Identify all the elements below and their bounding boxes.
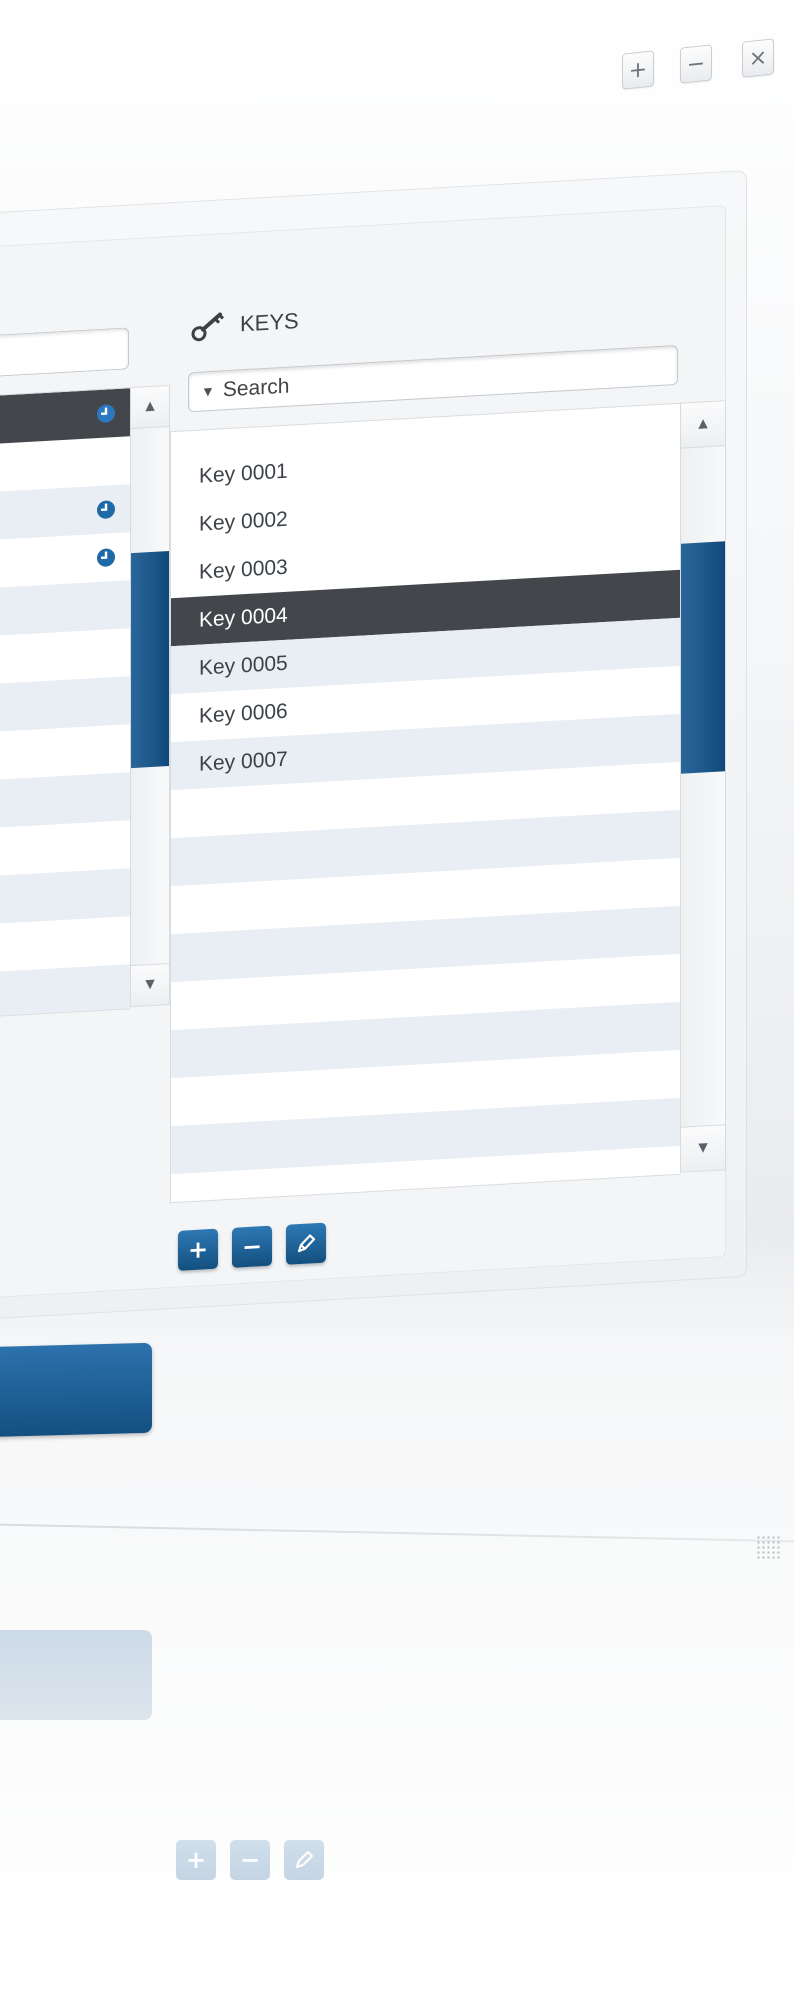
window-minimize-label: − bbox=[686, 50, 706, 78]
key-icon bbox=[190, 308, 230, 344]
keys-scroll-up-button[interactable]: ▲ bbox=[681, 401, 725, 449]
pencil-icon bbox=[297, 1234, 316, 1253]
list-item[interactable] bbox=[0, 868, 130, 925]
keys-list: Key 0001 Key 0002 Key 0003 Key 0004 Key … bbox=[170, 402, 681, 1204]
primary-action-button[interactable] bbox=[0, 1342, 152, 1438]
add-key-button[interactable]: + bbox=[178, 1228, 218, 1271]
clock-icon bbox=[97, 500, 115, 519]
reflection-button bbox=[0, 1630, 152, 1720]
list-item[interactable] bbox=[0, 532, 130, 588]
list-item[interactable] bbox=[0, 724, 130, 780]
search-placeholder: Search bbox=[222, 374, 290, 402]
keys-scrollbar[interactable]: ▲ ▼ bbox=[680, 400, 726, 1173]
left-search-input[interactable] bbox=[0, 327, 129, 378]
window-add-label: + bbox=[628, 56, 648, 84]
list-item[interactable] bbox=[0, 964, 130, 1018]
list-item[interactable] bbox=[0, 628, 130, 684]
reflection-remove-button: − bbox=[230, 1840, 270, 1880]
list-item[interactable] bbox=[0, 388, 130, 445]
reflection-add-button: + bbox=[176, 1840, 216, 1880]
keys-actions: + − bbox=[178, 1222, 326, 1271]
reflection-edit-button bbox=[284, 1840, 324, 1880]
window-add-button[interactable]: + bbox=[622, 50, 654, 90]
list-item[interactable] bbox=[0, 580, 130, 637]
window-bottom-edge bbox=[0, 1523, 794, 1543]
left-scroll-up-button[interactable]: ▲ bbox=[131, 386, 169, 430]
list-item[interactable] bbox=[0, 676, 130, 733]
keys-scroll-down-button[interactable]: ▼ bbox=[681, 1124, 725, 1172]
search-dropdown-caret-icon[interactable]: ▼ bbox=[201, 383, 215, 400]
keys-title: KEYS bbox=[240, 308, 299, 337]
left-scrollbar[interactable]: ▲ ▼ bbox=[130, 385, 170, 1008]
app-canvas: + − × ▲ ▼ KEYS ▼ Search Key 0001 Key 000… bbox=[0, 0, 794, 1989]
remove-key-button[interactable]: − bbox=[232, 1225, 272, 1268]
window-reflection: + − bbox=[0, 1540, 794, 1989]
keys-scroll-thumb[interactable] bbox=[681, 541, 725, 774]
resize-grip-icon[interactable] bbox=[756, 1535, 782, 1561]
clock-icon bbox=[97, 548, 115, 567]
edit-key-button[interactable] bbox=[286, 1222, 326, 1265]
list-item[interactable] bbox=[0, 436, 130, 492]
reflection-actions: + − bbox=[176, 1840, 324, 1880]
left-scroll-thumb[interactable] bbox=[131, 551, 169, 769]
pencil-icon bbox=[295, 1850, 314, 1869]
clock-icon bbox=[97, 404, 115, 423]
left-list bbox=[0, 387, 130, 1018]
window-minimize-button[interactable]: − bbox=[680, 44, 712, 84]
list-item[interactable] bbox=[0, 484, 130, 541]
window-close-button[interactable]: × bbox=[742, 38, 774, 78]
window-close-label: × bbox=[748, 44, 768, 72]
list-item[interactable] bbox=[0, 820, 130, 876]
list-item[interactable] bbox=[0, 916, 130, 972]
keys-header: KEYS bbox=[190, 304, 299, 344]
list-item[interactable] bbox=[0, 772, 130, 829]
left-scroll-down-button[interactable]: ▼ bbox=[131, 963, 169, 1007]
